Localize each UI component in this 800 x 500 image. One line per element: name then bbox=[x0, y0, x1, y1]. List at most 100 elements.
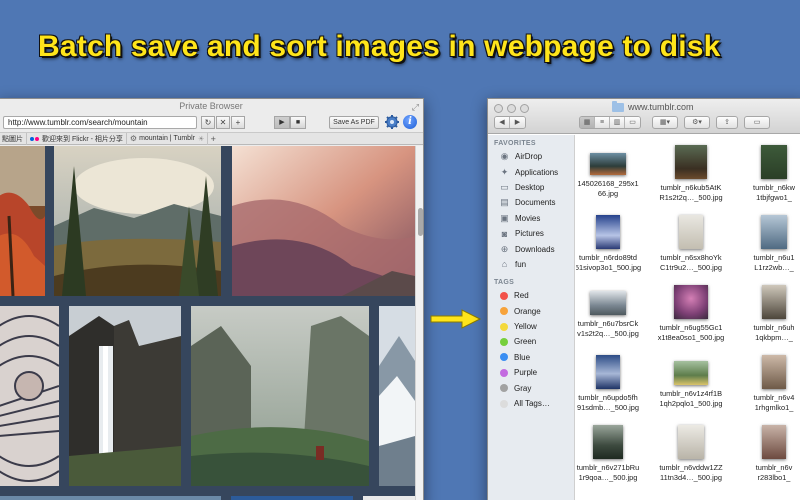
file-name: tumblr_n6u7bsrCk v1s2t2q…_500.jpg bbox=[577, 319, 639, 338]
play-button[interactable]: ▶ bbox=[274, 116, 290, 129]
file-item[interactable]: tumblr_n6vddw1ZZ 11tn3d4…_500.jpg bbox=[651, 425, 731, 482]
image-file-icon bbox=[675, 145, 707, 179]
sidebar-tag-orange[interactable]: Orange bbox=[488, 304, 574, 319]
photo-painted-valley[interactable] bbox=[191, 306, 369, 486]
file-item[interactable]: tumblr_n6v r283lbo1_ bbox=[734, 425, 800, 482]
minimize-window-button[interactable] bbox=[507, 104, 516, 113]
url-field[interactable]: http://www.tumblr.com/search/mountain bbox=[3, 116, 197, 129]
photo-waterfall[interactable] bbox=[69, 306, 181, 486]
new-tab-button[interactable]: + bbox=[231, 116, 245, 129]
documents-icon: ▤ bbox=[500, 197, 509, 208]
coverflow-view-button[interactable]: ▭ bbox=[625, 117, 640, 128]
sidebar-item-applications[interactable]: ✦ Applications bbox=[488, 164, 574, 179]
share-button[interactable]: ⇪ bbox=[716, 116, 738, 129]
file-item[interactable]: tumblr_n6ug55Gc1 x1t8ea0so1_500.jpg bbox=[651, 285, 731, 342]
file-item[interactable]: tumblr_n6v4 1rhgmlko1_ bbox=[734, 355, 800, 412]
sidebar-item-label: fun bbox=[515, 259, 527, 269]
photo-pink-sunset[interactable] bbox=[232, 146, 415, 296]
file-item[interactable]: tumblr_n6updo5fh 91sdmb…_500.jpg bbox=[576, 355, 648, 412]
nav-buttons: ↻ ✕ + bbox=[201, 116, 246, 129]
file-item[interactable]: tumblr_n6u7bsrCk v1s2t2q…_500.jpg bbox=[576, 285, 648, 338]
stop-square-button[interactable]: ■ bbox=[290, 116, 306, 129]
sidebar-tag-green[interactable]: Green bbox=[488, 334, 574, 349]
sidebar-item-label: AirDrop bbox=[515, 152, 543, 162]
photo-snowy-mountain[interactable] bbox=[379, 306, 415, 486]
file-name: tumblr_n6rdo89td 51sivop3o1_500.jpg bbox=[576, 253, 642, 272]
back-forward-buttons: ◀ ▶ bbox=[494, 116, 526, 129]
file-item[interactable]: tumblr_n6v1z4rf1B 1qh2pqlo1_500.jpg bbox=[651, 355, 731, 408]
webpage-content[interactable] bbox=[0, 146, 415, 500]
list-view-button[interactable]: ≡ bbox=[595, 117, 610, 128]
sidebar-item-movies[interactable]: ▣ Movies bbox=[488, 211, 574, 226]
close-window-button[interactable] bbox=[494, 104, 503, 113]
file-name: tumblr_n6ug55Gc1 x1t8ea0so1_500.jpg bbox=[657, 323, 725, 342]
tumblr-icon: ⚙ bbox=[129, 134, 138, 143]
file-item[interactable]: tumblr_n6uh 1qkbpm…_ bbox=[734, 285, 800, 342]
file-item[interactable]: 145026168_295x1 66.jpg bbox=[576, 145, 648, 198]
photo-abstract-pattern[interactable] bbox=[0, 306, 59, 486]
bookmark-item[interactable]: 點圖片 bbox=[0, 132, 27, 145]
reload-button[interactable]: ↻ bbox=[201, 116, 215, 129]
sidebar-tag-purple[interactable]: Purple bbox=[488, 365, 574, 380]
bookmark-item-flickr[interactable]: 歡迎來到 Flickr - 相片分享 bbox=[27, 132, 127, 145]
sidebar-tag-red[interactable]: Red bbox=[488, 288, 574, 303]
sidebar-item-documents[interactable]: ▤ Documents bbox=[488, 195, 574, 210]
sidebar-item-downloads[interactable]: ⊕ Downloads bbox=[488, 241, 574, 256]
save-as-pdf-button[interactable]: Save As PDF bbox=[329, 116, 379, 129]
photo-autumn-tree[interactable] bbox=[0, 146, 45, 296]
file-item[interactable]: tumblr_n6kub5AtK R1s2t2q…_500.jpg bbox=[651, 145, 731, 202]
file-item[interactable]: tumblr_n6u1 L1rz2wb…_ bbox=[734, 215, 800, 272]
sidebar-tag-yellow[interactable]: Yellow bbox=[488, 319, 574, 334]
bookmark-label: 點圖片 bbox=[2, 135, 23, 143]
image-file-icon bbox=[590, 291, 626, 315]
stop-button[interactable]: ✕ bbox=[216, 116, 230, 129]
photo-partial-blue[interactable] bbox=[0, 496, 221, 500]
tag-label: Blue bbox=[514, 352, 531, 362]
arrange-button[interactable]: ▦▾ bbox=[652, 116, 678, 129]
info-button[interactable]: i bbox=[403, 115, 417, 129]
sidebar-item-fun[interactable]: ⌂ fun bbox=[488, 257, 574, 272]
sidebar-item-label: Applications bbox=[515, 167, 559, 177]
forward-button[interactable]: ▶ bbox=[510, 117, 525, 128]
photo-mountain-valley[interactable] bbox=[54, 146, 221, 296]
photo-partial-white[interactable] bbox=[363, 496, 415, 500]
sidebar-item-pictures[interactable]: ◙ Pictures bbox=[488, 226, 574, 241]
file-name: tumblr_n6vddw1ZZ 11tn3d4…_500.jpg bbox=[659, 463, 723, 482]
add-bookmark-button[interactable]: + bbox=[208, 134, 218, 144]
tag-color-dot bbox=[500, 353, 508, 362]
back-button[interactable]: ◀ bbox=[495, 117, 510, 128]
file-name: tumblr_n6v r283lbo1_ bbox=[755, 463, 793, 482]
image-file-icon bbox=[679, 215, 703, 249]
image-file-icon bbox=[678, 425, 704, 459]
file-name: tumblr_n6kub5AtK R1s2t2q…_500.jpg bbox=[659, 183, 723, 202]
photo-partial-deepblue[interactable] bbox=[231, 496, 353, 500]
sidebar-tag-blue[interactable]: Blue bbox=[488, 350, 574, 365]
fullscreen-icon[interactable]: ⤢ bbox=[412, 100, 419, 115]
sidebar-item-airdrop[interactable]: ◉ AirDrop bbox=[488, 149, 574, 164]
zoom-window-button[interactable] bbox=[520, 104, 529, 113]
action-button[interactable]: ⚙▾ bbox=[684, 116, 710, 129]
column-view-button[interactable]: ▥ bbox=[610, 117, 625, 128]
sidebar-tag-gray[interactable]: Gray bbox=[488, 380, 574, 395]
scrollbar-thumb[interactable] bbox=[418, 208, 423, 236]
file-item[interactable]: tumblr_n6v271bRu 1r9qoa…_500.jpg bbox=[576, 425, 648, 482]
image-file-icon bbox=[762, 425, 786, 459]
file-item[interactable]: tumblr_n6rdo89td 51sivop3o1_500.jpg bbox=[576, 215, 648, 272]
airdrop-icon: ◉ bbox=[500, 151, 509, 162]
bookmark-item-tumblr[interactable]: ⚙ mountain | Tumblr ☀ bbox=[127, 132, 209, 145]
vertical-scrollbar[interactable] bbox=[415, 146, 423, 500]
icon-view-button[interactable]: ▦ bbox=[580, 117, 595, 128]
finder-toolbar: ◀ ▶ ▦ ≡ ▥ ▭ ▦▾ ⚙▾ ⇪ ▭ bbox=[488, 116, 800, 130]
sidebar-item-desktop[interactable]: ▭ Desktop bbox=[488, 180, 574, 195]
loading-spinner-icon: ☀ bbox=[197, 135, 205, 143]
file-item[interactable]: tumblr_n6kw 1tbjfgwo1_ bbox=[734, 145, 800, 202]
tags-button[interactable]: ▭ bbox=[744, 116, 770, 129]
gear-icon[interactable] bbox=[384, 114, 400, 130]
finder-title-label: www.tumblr.com bbox=[628, 102, 694, 112]
file-item[interactable]: tumblr_n6sx8hoYk C1tr9u2…_500.jpg bbox=[651, 215, 731, 272]
image-file-icon bbox=[674, 285, 708, 319]
file-name: tumblr_n6v4 1rhgmlko1_ bbox=[753, 393, 795, 412]
sidebar-tag-all[interactable]: All Tags… bbox=[488, 396, 574, 411]
tag-label: All Tags… bbox=[514, 399, 550, 409]
sidebar-item-label: Documents bbox=[515, 198, 556, 208]
